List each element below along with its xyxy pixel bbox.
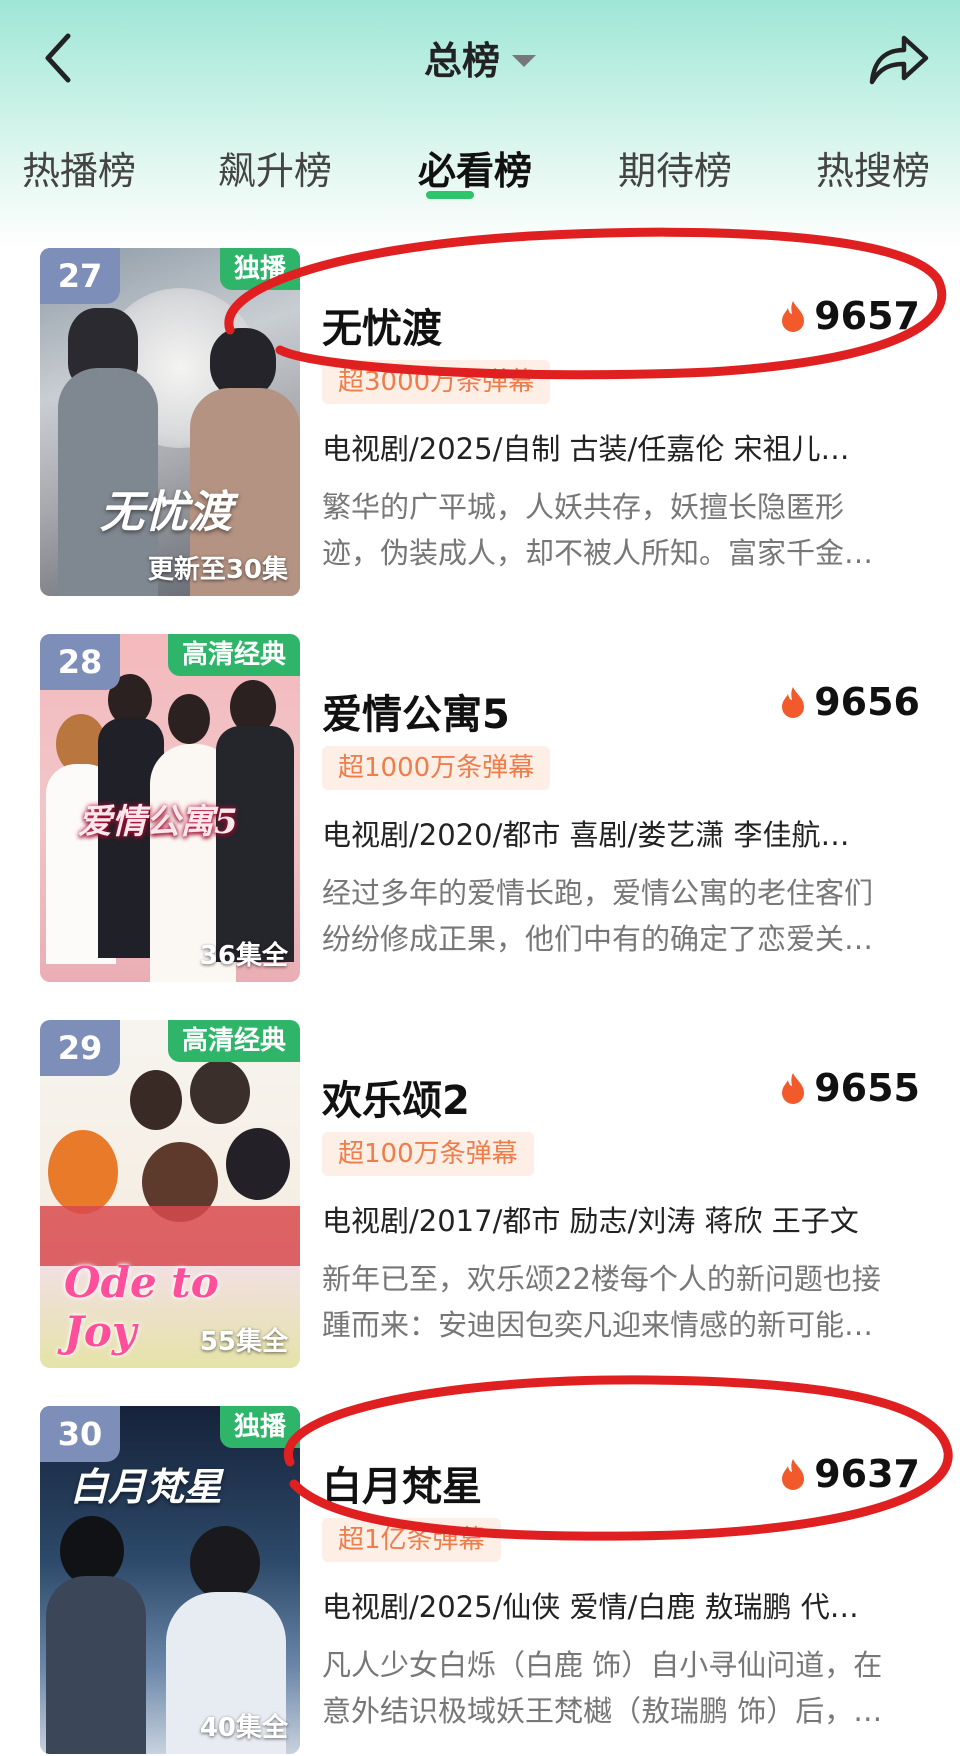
- tab-must-watch[interactable]: 必看榜: [418, 140, 532, 199]
- active-tab-indicator: [426, 191, 474, 199]
- poster-image[interactable]: Ode to Joy 29 高清经典 55集全: [40, 1020, 300, 1368]
- show-description: 经过多年的爱情长跑，爱情公寓的老住客们 纷纷修成正果，他们中有的确定了恋爱关…: [322, 876, 874, 956]
- flame-icon: [782, 1459, 805, 1490]
- poster-image[interactable]: 白月梵星 30 独播 40集全: [40, 1406, 300, 1754]
- top-bar: 总榜: [0, 0, 960, 115]
- danmu-tag: 超1000万条弹幕: [322, 746, 551, 790]
- danmu-tag: 超3000万条弹幕: [322, 360, 551, 404]
- heat-score: 9637: [780, 1452, 920, 1496]
- poster-title: 爱情公寓5: [78, 802, 238, 842]
- exclusive-badge: 独播: [219, 248, 300, 290]
- show-title[interactable]: 爱情公寓5: [322, 682, 510, 740]
- flame-icon: [782, 687, 805, 718]
- rank-badge: 29: [40, 1020, 120, 1076]
- rank-badge: 27: [40, 248, 120, 304]
- list-item[interactable]: Ode to Joy 29 高清经典 55集全 欢乐颂2 9655 超100万条…: [0, 1020, 960, 1370]
- ranking-tabs: 热播榜 飙升榜 必看榜 期待榜 热搜榜: [0, 140, 960, 210]
- list-item[interactable]: 爱情公寓5 28 高清经典 36集全 爱情公寓5 9656 超1000万条弹幕 …: [0, 634, 960, 984]
- list-item[interactable]: 无忧渡 27 独播 更新至30集 无忧渡 9657 超3000万条弹幕 电视剧/…: [0, 248, 960, 598]
- classic-badge: 高清经典: [167, 1020, 300, 1062]
- show-title[interactable]: 欢乐颂2: [322, 1068, 470, 1126]
- poster-image[interactable]: 无忧渡 27 独播 更新至30集: [40, 248, 300, 596]
- ranking-selector[interactable]: 总榜: [0, 30, 960, 85]
- dropdown-caret-icon: [512, 54, 536, 67]
- list-item[interactable]: 白月梵星 30 独播 40集全 白月梵星 9637 超1亿条弹幕 电视剧/202…: [0, 1406, 960, 1756]
- show-title[interactable]: 无忧渡: [322, 296, 442, 354]
- tab-rising[interactable]: 飙升榜: [218, 140, 332, 195]
- heat-score: 9656: [780, 680, 920, 724]
- show-title[interactable]: 白月梵星: [322, 1454, 482, 1512]
- episode-count: 55集全: [199, 1327, 288, 1357]
- show-meta: 电视剧/2020/都市 喜剧/娄艺潇 李佳航…: [322, 818, 850, 852]
- episode-count: 36集全: [199, 941, 288, 971]
- exclusive-badge: 独播: [219, 1406, 300, 1448]
- heat-score: 9655: [780, 1066, 920, 1110]
- rank-badge: 28: [40, 634, 120, 690]
- tab-hot-search[interactable]: 热搜榜: [816, 140, 930, 195]
- tab-anticipated[interactable]: 期待榜: [618, 140, 732, 195]
- danmu-tag: 超1亿条弹幕: [322, 1518, 501, 1562]
- classic-badge: 高清经典: [167, 634, 300, 676]
- show-description: 新年已至，欢乐颂22楼每个人的新问题也接 踵而来：安迪因包奕凡迎来情感的新可能…: [322, 1262, 881, 1342]
- flame-icon: [782, 301, 805, 332]
- poster-image[interactable]: 爱情公寓5 28 高清经典 36集全: [40, 634, 300, 982]
- heat-score: 9657: [780, 294, 920, 338]
- poster-title: 无忧渡: [100, 487, 232, 538]
- episode-count: 40集全: [199, 1713, 288, 1743]
- flame-icon: [782, 1073, 805, 1104]
- tab-hot-play[interactable]: 热播榜: [22, 140, 136, 195]
- episode-count: 更新至30集: [147, 555, 288, 585]
- rank-badge: 30: [40, 1406, 120, 1462]
- page-title: 总榜: [423, 39, 500, 83]
- show-meta: 电视剧/2017/都市 励志/刘涛 蒋欣 王子文: [322, 1204, 859, 1238]
- show-description: 凡人少女白烁（白鹿 饰）自小寻仙问道，在 意外结识极域妖王梵樾（敖瑞鹏 饰）后，…: [322, 1648, 883, 1728]
- poster-title: 白月梵星: [70, 1464, 223, 1509]
- show-description: 繁华的广平城，人妖共存，妖擅长隐匿形 迹，伪装成人，却不被人所知。富家千金…: [322, 490, 874, 570]
- show-meta: 电视剧/2025/自制 古装/任嘉伦 宋祖儿…: [322, 432, 850, 466]
- danmu-tag: 超100万条弹幕: [322, 1132, 534, 1176]
- show-meta: 电视剧/2025/仙侠 爱情/白鹿 敖瑞鹏 代…: [322, 1590, 859, 1624]
- share-icon[interactable]: [866, 30, 930, 90]
